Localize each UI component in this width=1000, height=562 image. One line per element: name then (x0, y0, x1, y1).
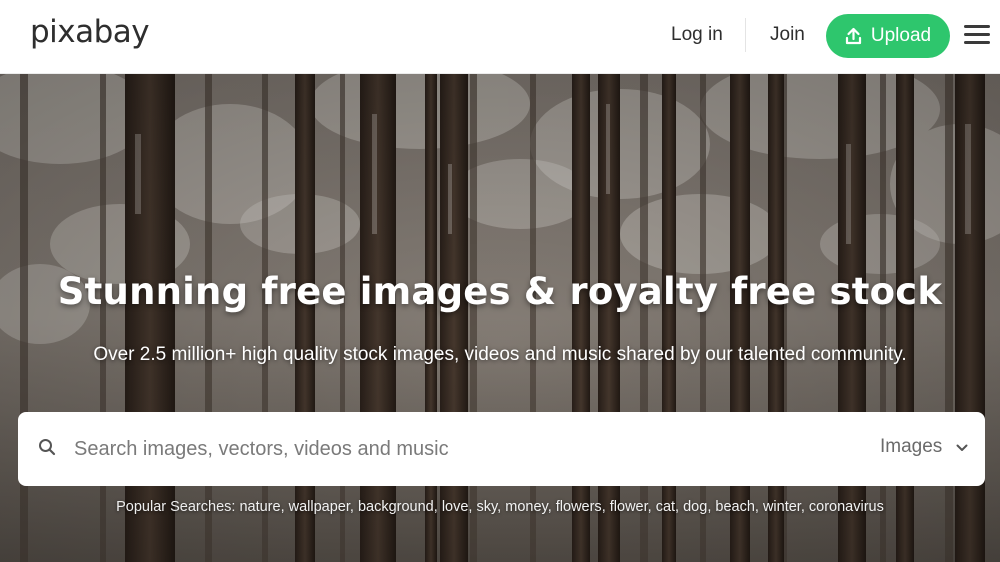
popular-search-term[interactable]: winter (763, 499, 801, 515)
popular-search-term[interactable]: flowers (556, 499, 602, 515)
popular-search-term[interactable]: love (442, 499, 469, 515)
search-type-label: Images (880, 436, 943, 457)
popular-searches: Popular Searches: nature, wallpaper, bac… (0, 499, 1000, 515)
popular-search-term[interactable]: sky (476, 499, 497, 515)
popular-search-term[interactable]: background (358, 499, 434, 515)
top-nav-bar: pixabay Log in Join Upload (0, 0, 1000, 74)
popular-search-term[interactable]: wallpaper (289, 499, 350, 515)
popular-terms-list: nature, wallpaper, background, love, sky… (239, 499, 884, 515)
search-type-dropdown[interactable]: Images (880, 436, 968, 458)
popular-search-term[interactable]: nature (239, 499, 280, 515)
hero-overlay (0, 74, 1000, 562)
upload-button[interactable]: Upload (826, 14, 950, 58)
pixabay-logo[interactable]: pixabay (30, 14, 150, 50)
search-bar: Images (18, 412, 985, 486)
popular-search-term[interactable]: cat (656, 499, 675, 515)
nav-divider (745, 18, 746, 52)
hero-title: Stunning free images & royalty free stoc… (57, 270, 943, 313)
hamburger-menu-icon[interactable] (964, 25, 990, 45)
popular-searches-label: Popular Searches: (116, 499, 236, 515)
popular-search-term[interactable]: money (505, 499, 547, 515)
hero-section: Stunning free images & royalty free stoc… (0, 74, 1000, 562)
popular-search-term[interactable]: flower (610, 499, 648, 515)
login-link[interactable]: Log in (671, 24, 723, 46)
popular-search-term[interactable]: dog (683, 499, 707, 515)
upload-button-label: Upload (870, 25, 932, 46)
chevron-down-icon (956, 436, 968, 458)
upload-arrow-icon (845, 27, 862, 45)
popular-search-term[interactable]: beach (715, 499, 755, 515)
hero-subtitle: Over 2.5 million+ high quality stock ima… (93, 344, 907, 365)
search-input[interactable] (74, 428, 834, 470)
join-link[interactable]: Join (770, 24, 805, 46)
popular-search-term[interactable]: coronavirus (809, 499, 884, 515)
search-icon[interactable] (38, 438, 56, 461)
